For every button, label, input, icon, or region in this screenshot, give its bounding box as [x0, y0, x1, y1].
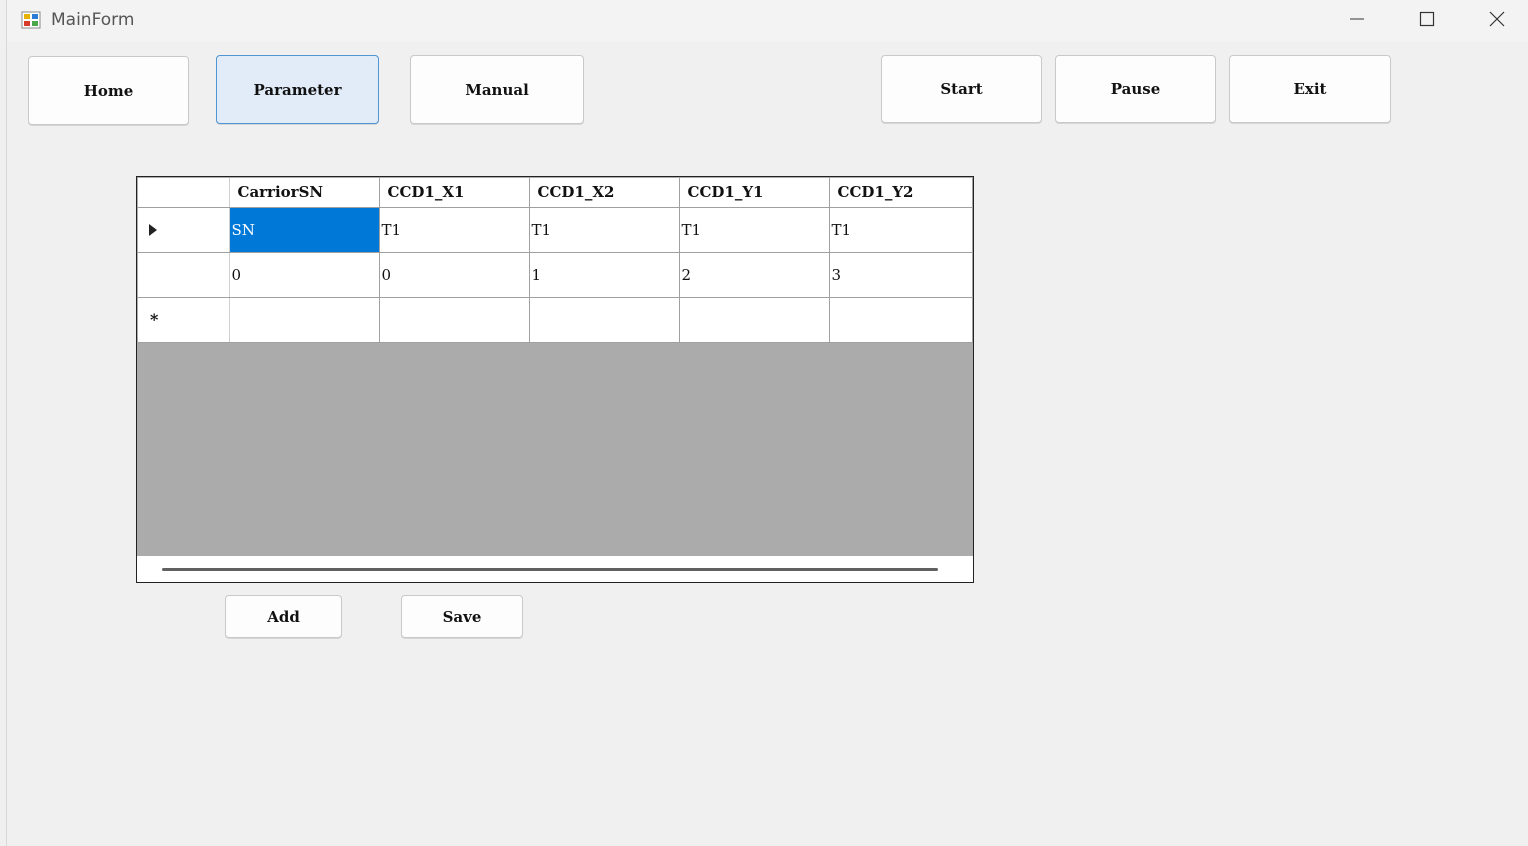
column-header[interactable]: CCD1_X2	[529, 178, 680, 208]
close-button[interactable]	[1462, 0, 1528, 42]
grid-cell[interactable]	[379, 297, 530, 343]
minimize-icon	[1349, 11, 1365, 31]
grid-cell[interactable]: 2	[679, 252, 830, 298]
new-row[interactable]: *	[138, 297, 973, 343]
row-header[interactable]	[138, 252, 230, 298]
grid-cell[interactable]: 3	[829, 252, 973, 298]
grid-cell[interactable]: 0	[379, 252, 530, 298]
home-button[interactable]: Home	[28, 56, 189, 125]
column-header[interactable]: CarriorSN	[229, 178, 380, 208]
grid-cell[interactable]: 1	[529, 252, 680, 298]
grid-cell[interactable]: T1	[529, 207, 680, 253]
save-button[interactable]: Save	[401, 595, 523, 638]
grid-cell[interactable]: T1	[829, 207, 973, 253]
grid-cell[interactable]	[679, 297, 830, 343]
grid-cell[interactable]: T1	[679, 207, 830, 253]
horizontal-scrollbar[interactable]	[137, 556, 973, 582]
column-header[interactable]: CCD1_Y2	[829, 178, 973, 208]
grid-cell[interactable]	[829, 297, 973, 343]
column-header[interactable]: CCD1_X1	[379, 178, 530, 208]
minimize-button[interactable]	[1322, 0, 1392, 42]
row-header[interactable]	[138, 207, 230, 253]
new-row-header[interactable]: *	[138, 297, 230, 343]
maximize-button[interactable]	[1392, 0, 1462, 42]
parameter-button[interactable]: Parameter	[216, 55, 379, 124]
grid-cell[interactable]: T1	[379, 207, 530, 253]
grid-cell[interactable]: SN	[229, 207, 380, 253]
title-bar: MainForm	[7, 0, 1528, 42]
parameter-grid[interactable]: CarriorSN CCD1_X1 CCD1_X2 CCD1_Y1 CCD1_Y…	[136, 176, 974, 583]
window-title: MainForm	[51, 10, 135, 30]
pause-button[interactable]: Pause	[1055, 55, 1216, 123]
main-window: MainForm Home Parameter Manual Start Pau…	[6, 0, 1528, 846]
grid-cell[interactable]	[229, 297, 380, 343]
table-row[interactable]: SN T1 T1 T1 T1	[138, 207, 973, 253]
table-row[interactable]: 0 0 1 2 3	[138, 252, 973, 298]
grid-cell[interactable]: 0	[229, 252, 380, 298]
add-button[interactable]: Add	[225, 595, 342, 638]
new-row-marker: *	[150, 310, 159, 329]
column-header[interactable]: CCD1_Y1	[679, 178, 830, 208]
close-icon	[1489, 11, 1505, 31]
current-row-arrow-icon	[148, 223, 158, 241]
grid-cell[interactable]	[529, 297, 680, 343]
scrollbar-thumb[interactable]	[162, 568, 938, 571]
app-form-icon	[21, 10, 41, 30]
grid-table: CarriorSN CCD1_X1 CCD1_X2 CCD1_Y1 CCD1_Y…	[138, 178, 973, 343]
maximize-icon	[1419, 11, 1435, 31]
grid-corner-header	[138, 178, 230, 208]
manual-button[interactable]: Manual	[410, 55, 584, 124]
exit-button[interactable]: Exit	[1229, 55, 1391, 123]
grid-header-row: CarriorSN CCD1_X1 CCD1_X2 CCD1_Y1 CCD1_Y…	[138, 178, 973, 208]
start-button[interactable]: Start	[881, 55, 1042, 123]
